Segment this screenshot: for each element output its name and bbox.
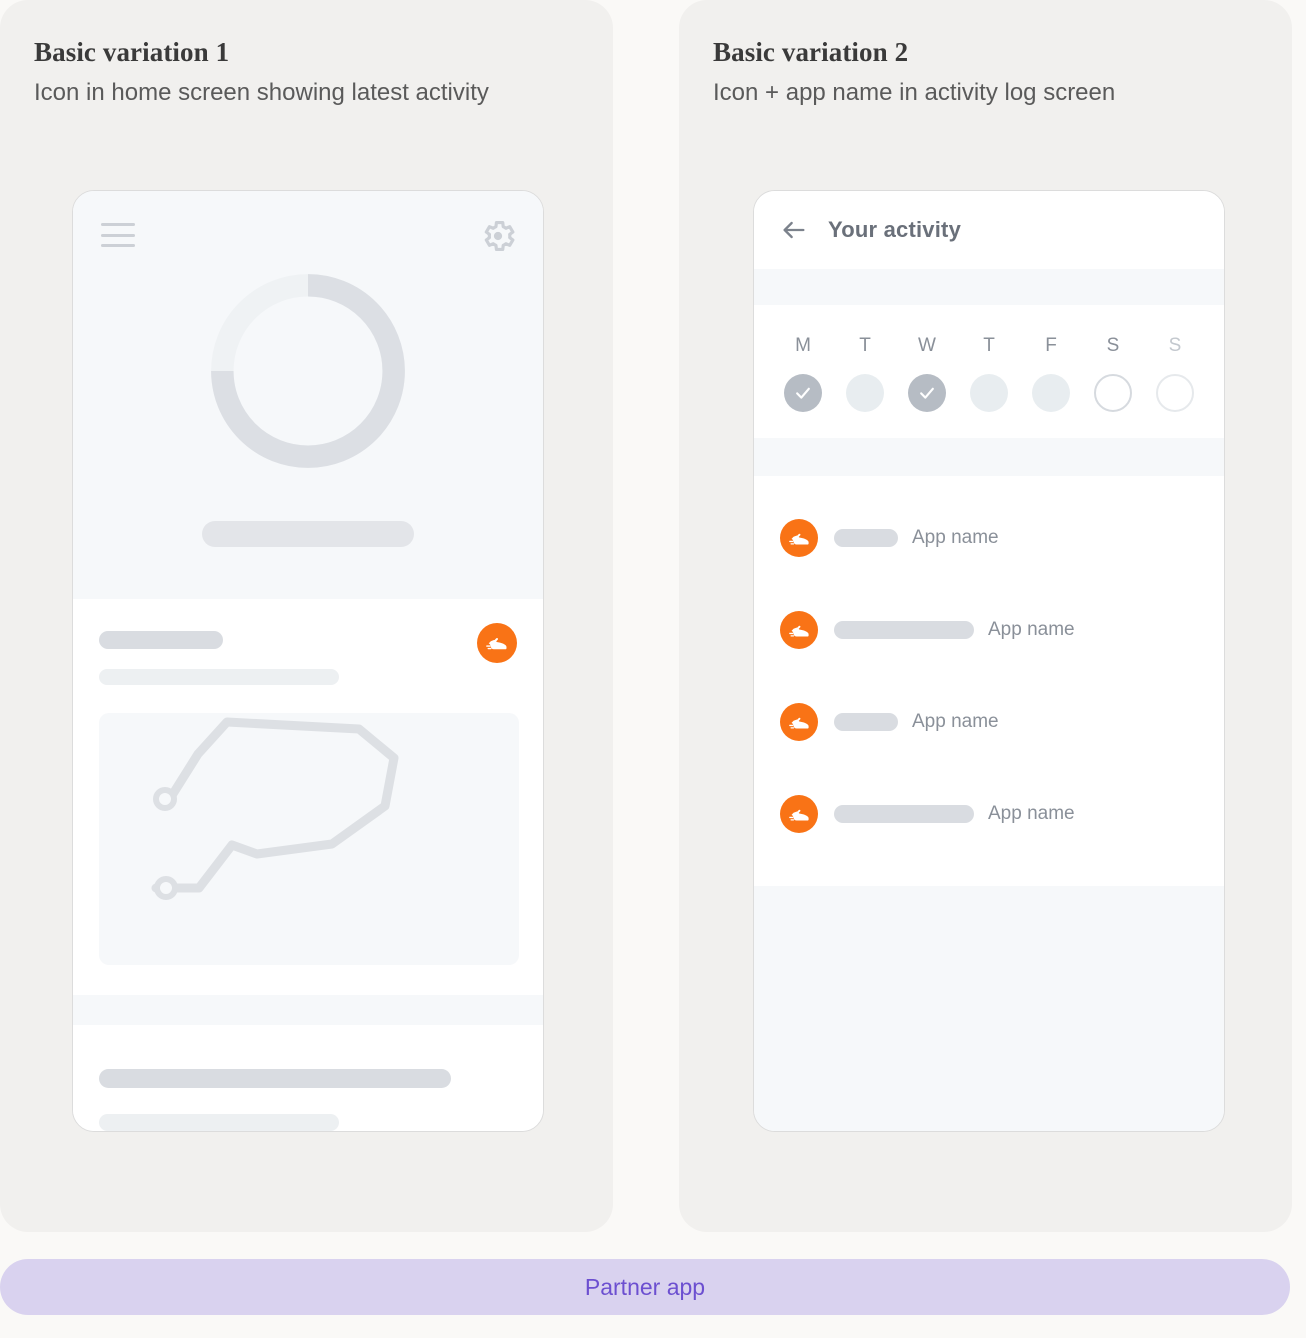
list-item-title-row: App name xyxy=(834,527,1198,549)
list-item-title-row: App name xyxy=(834,711,1198,733)
route-path-icon xyxy=(151,717,399,900)
panel-basic-variation-1: Basic variation 1 Icon in home screen sh… xyxy=(0,0,613,1232)
list-item-title-row: App name xyxy=(834,803,1198,825)
route-map-card xyxy=(99,713,519,965)
variation-panels: Basic variation 1 Icon in home screen sh… xyxy=(0,0,1306,1232)
phone-mockup-activity-log: Your activity M T W T F S S App name App… xyxy=(753,190,1225,1132)
progress-ring-wrapper xyxy=(73,269,543,473)
list-item[interactable]: App name xyxy=(780,492,1198,584)
bottom-placeholder-section xyxy=(73,1025,543,1131)
hamburger-menu-icon[interactable] xyxy=(101,223,135,247)
page-subtitle: Icon + app name in activity log screen xyxy=(713,78,1116,106)
activity-log-title: Your activity xyxy=(828,217,962,242)
day-status-dot-idle[interactable] xyxy=(970,374,1008,412)
activity-log-header: Your activity xyxy=(754,191,1224,269)
day-label: S xyxy=(1168,335,1182,356)
day-column-sunday[interactable]: S xyxy=(1152,335,1198,412)
day-status-dot-done[interactable] xyxy=(784,374,822,412)
page-title: Basic variation 1 xyxy=(34,37,230,67)
title-placeholder xyxy=(834,805,974,823)
list-item-body: App name xyxy=(834,803,1198,825)
page-title: Basic variation 2 xyxy=(713,37,909,67)
day-column-thursday[interactable]: T xyxy=(966,335,1012,412)
panel-2-header: Basic variation 2 Icon + app name in act… xyxy=(679,0,1292,108)
day-label: T xyxy=(983,335,995,356)
list-item[interactable]: App name xyxy=(780,768,1198,860)
activity-log-footer-area xyxy=(754,886,1224,1131)
app-name-label: App name xyxy=(912,711,999,732)
day-column-monday[interactable]: M xyxy=(780,335,826,412)
phone-mockup-home-screen xyxy=(72,190,544,1132)
check-icon xyxy=(796,387,810,399)
home-hero-section xyxy=(73,191,543,599)
header-divider-band xyxy=(754,269,1224,305)
app-name-label: App name xyxy=(988,803,1075,824)
day-status-dot-empty[interactable] xyxy=(1156,374,1194,412)
panel-basic-variation-2: Basic variation 2 Icon + app name in act… xyxy=(679,0,1292,1232)
bottom-bar-primary xyxy=(99,1069,451,1088)
day-column-friday[interactable]: F xyxy=(1028,335,1074,412)
list-item-body: App name xyxy=(834,527,1198,549)
week-divider-band xyxy=(754,438,1224,476)
list-item-body: App name xyxy=(834,711,1198,733)
day-column-saturday[interactable]: S xyxy=(1090,335,1136,412)
title-placeholder xyxy=(834,713,898,731)
running-shoe-icon[interactable] xyxy=(780,795,818,833)
list-item[interactable]: App name xyxy=(780,676,1198,768)
day-status-dot-empty[interactable] xyxy=(1094,374,1132,412)
list-item[interactable]: App name xyxy=(780,584,1198,676)
panel-1-header: Basic variation 1 Icon in home screen sh… xyxy=(0,0,613,108)
partner-app-label: Partner app xyxy=(584,1273,706,1300)
gear-icon[interactable] xyxy=(479,217,517,255)
check-icon xyxy=(920,387,934,399)
running-shoe-icon[interactable] xyxy=(780,703,818,741)
running-shoe-icon[interactable] xyxy=(780,611,818,649)
day-column-wednesday[interactable]: W xyxy=(904,335,950,412)
activity-list: App name App name App name App name xyxy=(754,476,1224,886)
day-label: M xyxy=(795,335,811,356)
list-item-title-row: App name xyxy=(834,619,1198,641)
running-shoe-icon[interactable] xyxy=(780,519,818,557)
day-label: W xyxy=(918,335,936,356)
day-status-dot-idle[interactable] xyxy=(846,374,884,412)
day-label: T xyxy=(859,335,871,356)
day-column-tuesday[interactable]: T xyxy=(842,335,888,412)
bottom-bar-secondary xyxy=(99,1114,339,1131)
day-label: S xyxy=(1106,335,1120,356)
partner-app-banner: Partner app xyxy=(0,1259,1290,1315)
section-divider-band xyxy=(73,995,543,1025)
hero-value-placeholder xyxy=(202,521,414,547)
activity-title-placeholder xyxy=(99,631,223,649)
back-arrow-icon[interactable] xyxy=(780,216,808,244)
app-name-label: App name xyxy=(988,619,1075,640)
week-strip: M T W T F S S xyxy=(754,305,1224,438)
app-name-label: App name xyxy=(912,527,999,548)
latest-activity-card xyxy=(73,599,543,965)
day-status-dot-done[interactable] xyxy=(908,374,946,412)
list-item-body: App name xyxy=(834,619,1198,641)
day-status-dot-idle[interactable] xyxy=(1032,374,1070,412)
page-subtitle: Icon in home screen showing latest activ… xyxy=(34,78,489,106)
title-placeholder xyxy=(834,621,974,639)
running-shoe-icon[interactable] xyxy=(477,623,517,663)
title-placeholder xyxy=(834,529,898,547)
activity-subtitle-placeholder xyxy=(99,669,339,685)
day-label: F xyxy=(1045,335,1057,356)
week-day-row: M T W T F S S xyxy=(780,335,1198,412)
activity-progress-ring xyxy=(211,274,405,468)
